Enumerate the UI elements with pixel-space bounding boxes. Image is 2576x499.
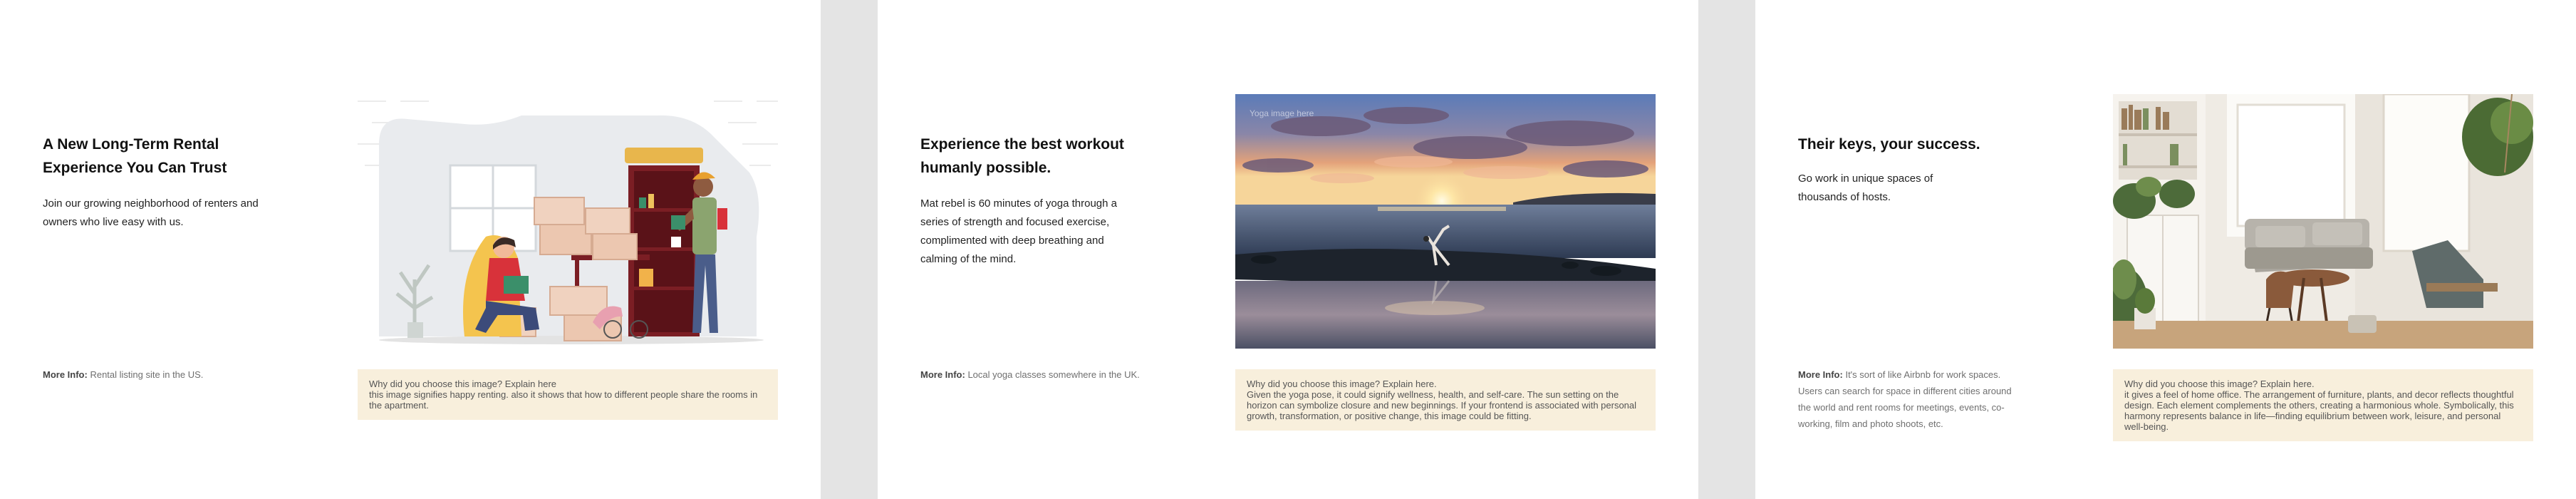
more-info-label: More Info:: [43, 369, 88, 380]
more-info: More Info: It's sort of like Airbnb for …: [1798, 366, 2019, 432]
card-description: Join our growing neighborhood of renters…: [43, 197, 259, 228]
card-workspace: Their keys, your success. Go work in uni…: [1755, 0, 2576, 499]
more-info: More Info: Local yoga classes somewhere …: [920, 366, 1148, 383]
card-title: A New Long-Term Rental Experience You Ca…: [43, 136, 227, 176]
note-answer: it gives a feel of home office. The arra…: [2124, 389, 2514, 432]
note-question: Why did you choose this image? Explain h…: [1247, 379, 1437, 389]
image-rationale-note: Why did you choose this image? Explain h…: [1235, 369, 1656, 431]
note-answer: this image signifies happy renting. also…: [369, 389, 758, 411]
note-answer: Given the yoga pose, it could signify we…: [1247, 389, 1637, 421]
photo-placeholder-label: Yoga image here: [1250, 108, 1314, 118]
home-office-photo: [2113, 94, 2533, 349]
more-info-label: More Info:: [1798, 369, 1843, 380]
note-question: Why did you choose this image? Explain h…: [369, 379, 557, 389]
card-description: Mat rebel is 60 minutes of yoga through …: [920, 197, 1117, 265]
more-info-text: Rental listing site in the US.: [90, 369, 204, 380]
note-question: Why did you choose this image? Explain h…: [2124, 379, 2315, 389]
more-info: More Info: Rental listing site in the US…: [43, 366, 271, 383]
card-description: Go work in unique spaces of thousands of…: [1798, 173, 1933, 203]
image-rationale-note: Why did you choose this image? Explain h…: [2113, 369, 2533, 441]
card-title: Experience the best workout humanly poss…: [920, 136, 1124, 176]
yoga-photo: Yoga image here: [1235, 94, 1656, 349]
card-title: Their keys, your success.: [1798, 136, 1980, 153]
image-rationale-note: Why did you choose this image? Explain h…: [358, 369, 778, 420]
card-yoga: Experience the best workout humanly poss…: [878, 0, 1698, 499]
more-info-label: More Info:: [920, 369, 965, 380]
rental-illustration: [358, 94, 778, 349]
more-info-text: Local yoga classes somewhere in the UK.: [967, 369, 1140, 380]
card-rental: A New Long-Term Rental Experience You Ca…: [0, 0, 821, 499]
